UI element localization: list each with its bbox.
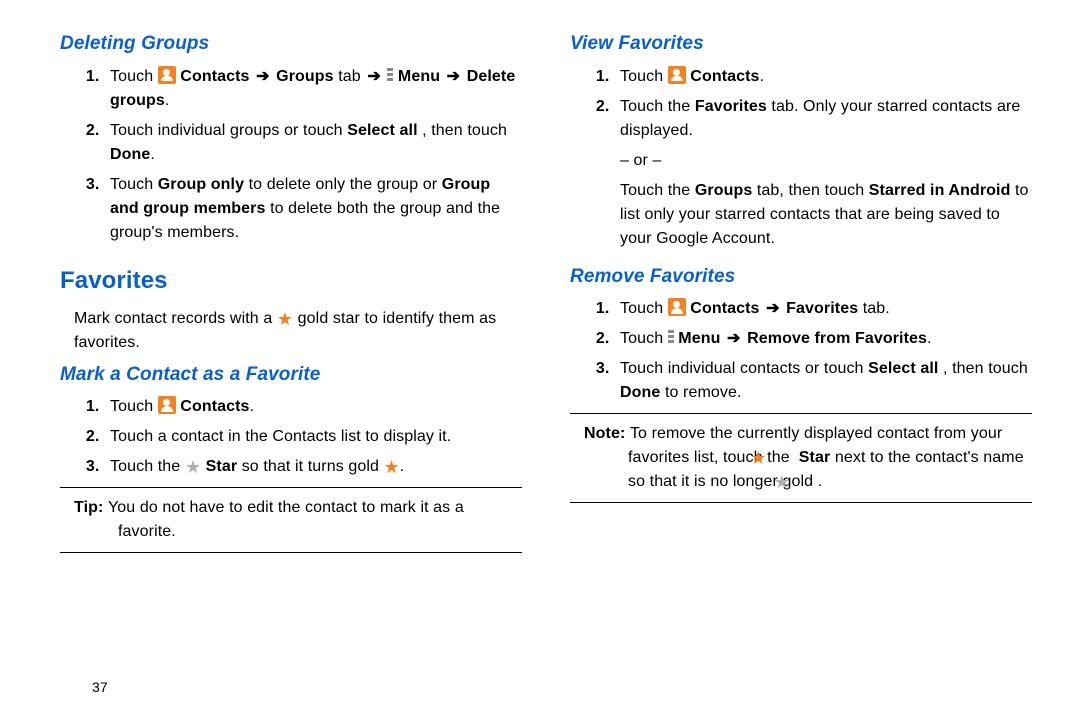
menu-icon <box>387 68 393 83</box>
two-column-layout: Deleting Groups Touch Contacts ➔ Groups … <box>60 30 1032 561</box>
step: Touch individual groups or touch Select … <box>104 119 522 167</box>
text: Touch <box>110 398 158 415</box>
manual-page: Deleting Groups Touch Contacts ➔ Groups … <box>0 0 1080 720</box>
text: Mark contact records with a <box>74 310 277 327</box>
tip-label: Tip: <box>74 499 108 516</box>
heading-remove-favorites: Remove Favorites <box>570 263 1032 292</box>
text: Starred in Android <box>869 182 1011 199</box>
text: Group only <box>158 176 244 193</box>
text: Star <box>206 458 238 475</box>
heading-deleting-groups: Deleting Groups <box>60 30 522 59</box>
text: to delete only the group or <box>249 176 442 193</box>
text: Contacts <box>180 68 249 85</box>
step: Touch the Favorites tab. Only your starr… <box>614 95 1032 251</box>
arrow-icon: ➔ <box>727 330 745 347</box>
step: Touch Menu ➔ Remove from Favorites. <box>614 327 1032 351</box>
text: Touch <box>620 300 668 317</box>
text: Touch <box>110 68 158 85</box>
contacts-icon <box>158 396 176 414</box>
text: Touch <box>110 176 158 193</box>
text: so that it turns gold <box>242 458 384 475</box>
right-column: View Favorites Touch Contacts. Touch the… <box>570 30 1032 561</box>
note-label: Note: <box>584 425 630 442</box>
steps-mark-favorite: Touch Contacts. Touch a contact in the C… <box>60 395 522 479</box>
contacts-icon <box>668 298 686 316</box>
text: , then touch <box>943 360 1028 377</box>
text: Select all <box>868 360 938 377</box>
step: Touch Contacts ➔ Favorites tab. <box>614 297 1032 321</box>
heading-view-favorites: View Favorites <box>570 30 1032 59</box>
text-or: – or – <box>620 149 1032 173</box>
text: Done <box>110 146 150 163</box>
divider <box>60 552 522 553</box>
text: tab <box>338 68 365 85</box>
arrow-icon: ➔ <box>367 68 385 85</box>
divider <box>570 413 1032 414</box>
step: Touch the ★ Star so that it turns gold ★… <box>104 455 522 479</box>
text: Touch individual contacts or touch <box>620 360 868 377</box>
contacts-icon <box>668 66 686 84</box>
steps-remove-favorites: Touch Contacts ➔ Favorites tab. Touch Me… <box>570 297 1032 405</box>
text: Favorites <box>695 98 767 115</box>
menu-icon <box>668 330 674 345</box>
step: Touch Group only to delete only the grou… <box>104 173 522 245</box>
left-column: Deleting Groups Touch Contacts ➔ Groups … <box>60 30 522 561</box>
divider <box>570 502 1032 503</box>
text: You do not have to edit the contact to m… <box>108 499 464 540</box>
contacts-icon <box>158 66 176 84</box>
page-number: 37 <box>92 677 108 698</box>
step: Touch Contacts. <box>104 395 522 419</box>
star-gray-icon: ★ <box>185 458 201 476</box>
arrow-icon: ➔ <box>256 68 274 85</box>
star-gold-icon: ★ <box>384 458 400 476</box>
text: Touch the <box>110 458 185 475</box>
text: tab. <box>863 300 890 317</box>
text: , then touch <box>422 122 507 139</box>
tip-block: Tip: You do not have to edit the contact… <box>74 496 522 544</box>
text: to remove. <box>665 384 742 401</box>
text: Menu <box>398 68 440 85</box>
step: Touch a contact in the Contacts list to … <box>104 425 522 449</box>
text: Contacts <box>690 68 759 85</box>
text: Touch the <box>620 182 695 199</box>
favorites-intro: Mark contact records with a ★ gold star … <box>74 307 522 355</box>
text: Touch <box>620 68 668 85</box>
step: Touch Contacts ➔ Groups tab ➔ Menu ➔ Del… <box>104 65 522 113</box>
step: Touch Contacts. <box>614 65 1032 89</box>
text: Contacts <box>180 398 249 415</box>
heading-mark-favorite: Mark a Contact as a Favorite <box>60 361 522 390</box>
star-gold-icon: ★ <box>277 310 293 328</box>
note-block: Note: To remove the currently displayed … <box>584 422 1032 494</box>
text: Touch the <box>620 98 695 115</box>
text: Touch <box>620 330 668 347</box>
text: Favorites <box>786 300 858 317</box>
steps-deleting-groups: Touch Contacts ➔ Groups tab ➔ Menu ➔ Del… <box>60 65 522 245</box>
arrow-icon: ➔ <box>766 300 784 317</box>
text: Select all <box>347 122 417 139</box>
steps-view-favorites: Touch Contacts. Touch the Favorites tab.… <box>570 65 1032 251</box>
text: Menu <box>678 330 720 347</box>
text: Groups <box>276 68 334 85</box>
text: Contacts <box>690 300 759 317</box>
divider <box>60 487 522 488</box>
text: Done <box>620 384 660 401</box>
text: Star <box>799 449 831 466</box>
heading-favorites: Favorites <box>60 263 522 299</box>
arrow-icon: ➔ <box>447 68 465 85</box>
text: Remove from Favorites <box>747 330 927 347</box>
text: Touch individual groups or touch <box>110 122 347 139</box>
text: tab, then touch <box>757 182 869 199</box>
text: Groups <box>695 182 753 199</box>
step: Touch individual contacts or touch Selec… <box>614 357 1032 405</box>
